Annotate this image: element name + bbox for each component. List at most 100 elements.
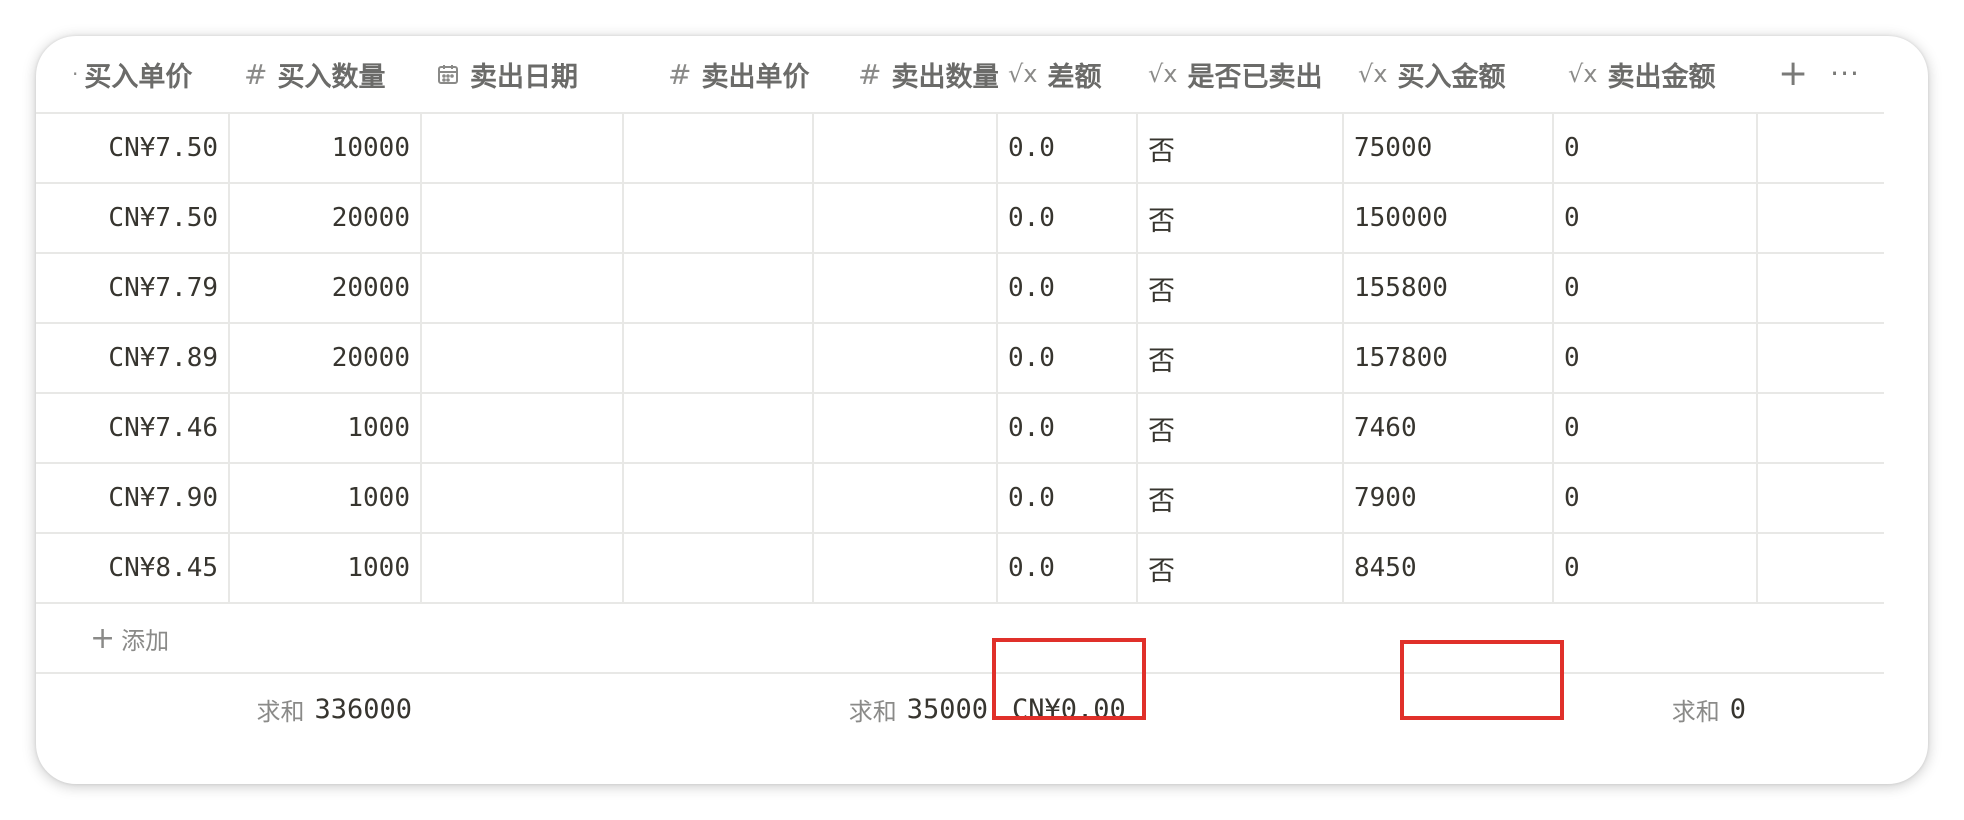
cell-sold[interactable]: 否 xyxy=(1138,394,1344,462)
cell-buy-qty[interactable]: 1000 xyxy=(230,534,422,602)
cell-sell-amount[interactable]: 0 xyxy=(1554,464,1758,532)
cell-sell-qty[interactable] xyxy=(814,184,998,252)
cell-buy-price[interactable]: CN¥7.50 xyxy=(36,114,230,182)
column-header-buy-price[interactable]: · 买入单价 xyxy=(36,36,230,112)
cell-diff[interactable]: 0.0 xyxy=(998,324,1138,392)
footer-calc-sell-qty[interactable]: 求和 35000 xyxy=(814,674,998,744)
cell-sell-qty[interactable] xyxy=(814,114,998,182)
cell-diff[interactable]: 0.0 xyxy=(998,534,1138,602)
table-header: · 买入单价 # 买入数量 卖出日期 # 卖出单价 # 卖出数量 √x 差额 √… xyxy=(36,36,1884,114)
cell-buy-amount[interactable]: 157800 xyxy=(1344,324,1554,392)
cell-sell-amount[interactable]: 0 xyxy=(1554,184,1758,252)
cell-diff[interactable]: 0.0 xyxy=(998,184,1138,252)
footer-calc-sell-amount[interactable]: 求和 0 xyxy=(1554,674,1758,744)
table-footer: 求和 336000 求和 35000 CN¥0.00 求和 0 xyxy=(36,674,1884,744)
cell-sell-qty[interactable] xyxy=(814,534,998,602)
calc-label: 求和 xyxy=(1671,697,1720,726)
plus-icon: + xyxy=(90,620,116,656)
column-label: 卖出金额 xyxy=(1607,61,1716,93)
cell-sold[interactable]: 否 xyxy=(1138,254,1344,322)
column-header-diff[interactable]: √x 差额 xyxy=(998,36,1138,112)
cell-buy-price[interactable]: CN¥7.79 xyxy=(36,254,230,322)
table-row[interactable]: CN¥7.79 20000 0.0 否 155800 0 xyxy=(36,254,1884,324)
cell-buy-price[interactable]: CN¥7.89 xyxy=(36,324,230,392)
cell-sell-price[interactable] xyxy=(624,464,814,532)
table-row[interactable]: CN¥7.46 1000 0.0 否 7460 0 xyxy=(36,394,1884,464)
column-header-sell-amount[interactable]: √x 卖出金额 xyxy=(1554,36,1758,112)
cell-sold[interactable]: 否 xyxy=(1138,114,1344,182)
dot-icon: · xyxy=(72,62,79,86)
cell-sold[interactable]: 否 xyxy=(1138,184,1344,252)
column-header-sell-qty[interactable]: # 卖出数量 xyxy=(814,36,998,112)
cell-sell-date[interactable] xyxy=(422,394,624,462)
cell-sold[interactable]: 否 xyxy=(1138,534,1344,602)
cell-buy-amount[interactable]: 8450 xyxy=(1344,534,1554,602)
cell-buy-qty[interactable]: 1000 xyxy=(230,464,422,532)
cell-sell-price[interactable] xyxy=(624,534,814,602)
cell-sell-qty[interactable] xyxy=(814,464,998,532)
cell-sell-date[interactable] xyxy=(422,324,624,392)
column-label: 是否已卖出 xyxy=(1187,61,1323,93)
cell-sell-amount[interactable]: 0 xyxy=(1554,254,1758,322)
cell-sell-price[interactable] xyxy=(624,324,814,392)
cell-buy-price[interactable]: CN¥7.50 xyxy=(36,184,230,252)
cell-buy-qty[interactable]: 20000 xyxy=(230,324,422,392)
column-header-sold[interactable]: √x 是否已卖出 xyxy=(1138,36,1344,112)
footer-calc-buy-qty[interactable]: 求和 336000 xyxy=(230,674,422,744)
table-row[interactable]: CN¥7.50 20000 0.0 否 150000 0 xyxy=(36,184,1884,254)
column-header-buy-qty[interactable]: # 买入数量 xyxy=(230,36,422,112)
cell-buy-price[interactable]: CN¥8.45 xyxy=(36,534,230,602)
cell-buy-qty[interactable]: 1000 xyxy=(230,394,422,462)
table-row[interactable]: CN¥8.45 1000 0.0 否 8450 0 xyxy=(36,534,1884,604)
table-row[interactable]: CN¥7.50 10000 0.0 否 75000 0 xyxy=(36,114,1884,184)
calendar-icon xyxy=(436,62,460,86)
database-card: · 买入单价 # 买入数量 卖出日期 # 卖出单价 # 卖出数量 √x 差额 √… xyxy=(36,36,1928,784)
cell-buy-price[interactable]: CN¥7.90 xyxy=(36,464,230,532)
cell-buy-amount[interactable]: 155800 xyxy=(1344,254,1554,322)
cell-buy-qty[interactable]: 10000 xyxy=(230,114,422,182)
formula-icon: √x xyxy=(1358,60,1388,88)
cell-sell-amount[interactable]: 0 xyxy=(1554,534,1758,602)
cell-sell-date[interactable] xyxy=(422,114,624,182)
more-options-button[interactable]: ··· xyxy=(1830,60,1860,88)
cell-sell-date[interactable] xyxy=(422,254,624,322)
cell-sell-price[interactable] xyxy=(624,184,814,252)
cell-buy-qty[interactable]: 20000 xyxy=(230,184,422,252)
add-property-button[interactable]: + xyxy=(1778,56,1808,92)
highlight-box-diff-total xyxy=(992,638,1146,720)
cell-sell-date[interactable] xyxy=(422,534,624,602)
column-header-sell-date[interactable]: 卖出日期 xyxy=(422,36,624,112)
cell-buy-amount[interactable]: 7460 xyxy=(1344,394,1554,462)
cell-sell-date[interactable] xyxy=(422,464,624,532)
cell-diff[interactable]: 0.0 xyxy=(998,254,1138,322)
cell-sell-date[interactable] xyxy=(422,184,624,252)
table-row[interactable]: CN¥7.89 20000 0.0 否 157800 0 xyxy=(36,324,1884,394)
cell-diff[interactable]: 0.0 xyxy=(998,394,1138,462)
cell-sell-price[interactable] xyxy=(624,254,814,322)
add-row-button[interactable]: + 添加 xyxy=(36,621,169,656)
cell-sell-qty[interactable] xyxy=(814,394,998,462)
table-row[interactable]: CN¥7.90 1000 0.0 否 7900 0 xyxy=(36,464,1884,534)
cell-sell-qty[interactable] xyxy=(814,324,998,392)
cell-sell-amount[interactable]: 0 xyxy=(1554,114,1758,182)
cell-sell-price[interactable] xyxy=(624,114,814,182)
cell-sell-amount[interactable]: 0 xyxy=(1554,394,1758,462)
cell-buy-amount[interactable]: 75000 xyxy=(1344,114,1554,182)
column-label: 差额 xyxy=(1047,61,1102,93)
column-header-sell-price[interactable]: # 卖出单价 xyxy=(624,36,814,112)
cell-buy-amount[interactable]: 7900 xyxy=(1344,464,1554,532)
cell-sold[interactable]: 否 xyxy=(1138,464,1344,532)
column-header-buy-amount[interactable]: √x 买入金额 xyxy=(1344,36,1554,112)
cell-diff[interactable]: 0.0 xyxy=(998,464,1138,532)
cell-diff[interactable]: 0.0 xyxy=(998,114,1138,182)
cell-buy-amount[interactable]: 150000 xyxy=(1344,184,1554,252)
cell-sold[interactable]: 否 xyxy=(1138,324,1344,392)
calc-value: 0 xyxy=(1729,693,1746,725)
cell-buy-price[interactable]: CN¥7.46 xyxy=(36,394,230,462)
calc-label: 求和 xyxy=(256,697,305,726)
cell-sell-amount[interactable]: 0 xyxy=(1554,324,1758,392)
cell-sell-qty[interactable] xyxy=(814,254,998,322)
cell-buy-qty[interactable]: 20000 xyxy=(230,254,422,322)
hash-icon: # xyxy=(244,57,268,91)
cell-sell-price[interactable] xyxy=(624,394,814,462)
